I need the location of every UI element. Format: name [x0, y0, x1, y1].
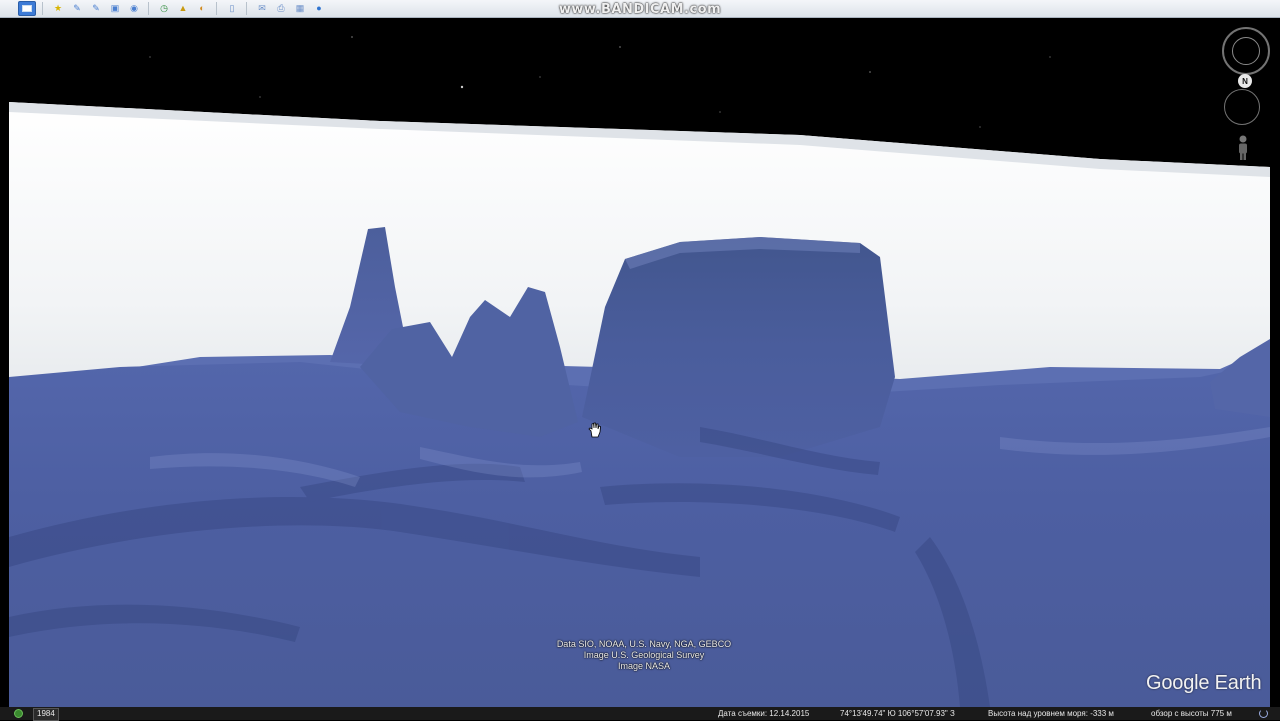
terrain-scene[interactable]: [0, 17, 1280, 707]
elevation-readout: Высота над уровнем моря: -333 м: [988, 709, 1114, 718]
credit-line-nasa: Image NASA: [617, 661, 671, 671]
imagery-date: Дата съемки: 12.14.2015: [718, 709, 810, 718]
status-bar: 1984 Дата съемки: 12.14.2015 74°13'49.74…: [0, 707, 1280, 721]
move-joystick[interactable]: [1224, 89, 1260, 125]
north-up-button[interactable]: N: [1238, 74, 1252, 88]
credit-line-usgs: Image U.S. Geological Survey: [583, 650, 705, 660]
look-joystick[interactable]: [1222, 27, 1270, 75]
google-earth-logo: Google Earth: [1146, 672, 1262, 694]
recording-watermark: www.BANDICAM.com: [558, 2, 722, 17]
historical-imagery-icon[interactable]: [14, 709, 23, 718]
loading-spinner-icon: [1259, 709, 1268, 718]
pegman-icon[interactable]: [1236, 135, 1250, 161]
cursor-coordinates: 74°13'49.74" Ю 106°57'07.93" З: [840, 709, 955, 718]
navigation-controls: N: [1210, 17, 1280, 167]
imagery-year-label[interactable]: 1984: [33, 708, 59, 721]
earth-3d-view[interactable]: [0, 17, 1280, 707]
left-border: [0, 17, 9, 707]
credit-line-data: Data SIO, NOAA, U.S. Navy, NGA, GEBCO: [556, 639, 732, 649]
attribution: Data SIO, NOAA, U.S. Navy, NGA, GEBCO Im…: [0, 639, 1280, 672]
eye-altitude-readout: обзор с высоты 775 м: [1151, 709, 1232, 718]
look-ring-inner[interactable]: [1232, 37, 1260, 65]
hand-cursor-icon: [588, 422, 601, 438]
